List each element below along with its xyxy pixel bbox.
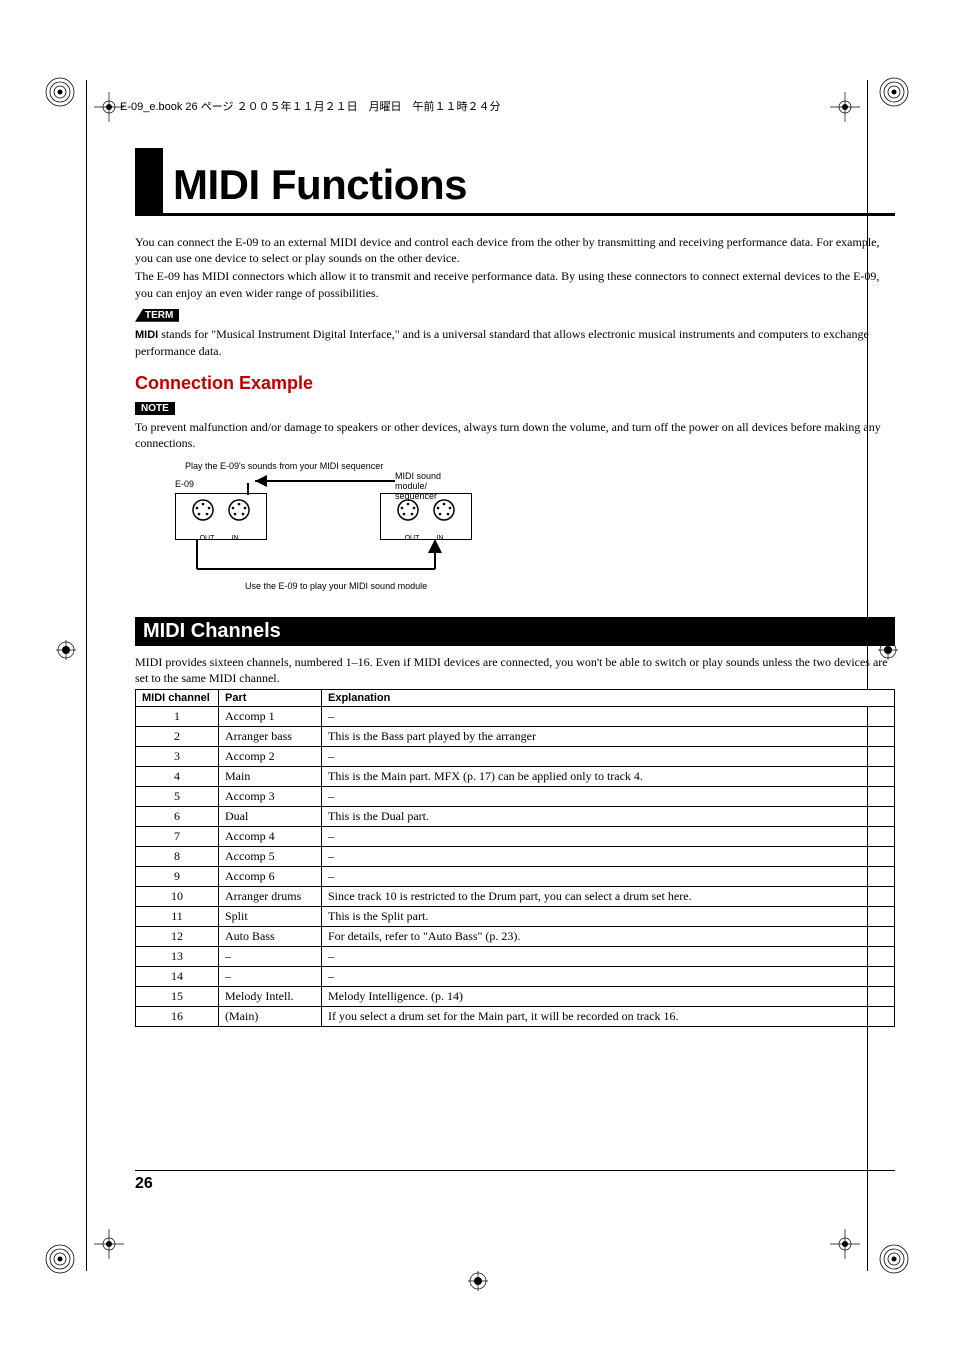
table-header-explanation: Explanation	[322, 689, 895, 706]
header-text: E-09_e.book 26 ページ ２００５年１１月２１日 月曜日 午前１１時…	[120, 101, 501, 113]
table-row: 9Accomp 6–	[136, 866, 895, 886]
cell-channel: 9	[136, 866, 219, 886]
page-title: MIDI Functions	[173, 161, 467, 209]
table-row: 6DualThis is the Dual part.	[136, 806, 895, 826]
page-number: 26	[135, 1170, 895, 1193]
table-row: 10Arranger drumsSince track 10 is restri…	[136, 886, 895, 906]
term-text: stands for "Musical Instrument Digital I…	[135, 327, 869, 358]
channels-intro: MIDI provides sixteen channels, numbered…	[135, 654, 895, 686]
cell-channel: 15	[136, 986, 219, 1006]
table-header-channel: MIDI channel	[136, 689, 219, 706]
crop-corner-icon	[830, 92, 860, 122]
cell-part: Accomp 5	[219, 846, 322, 866]
cell-part: Melody Intell.	[219, 986, 322, 1006]
note-paragraph: To prevent malfunction and/or damage to …	[135, 419, 895, 451]
registration-mark-icon	[878, 1243, 910, 1275]
cell-explanation: –	[322, 966, 895, 986]
cell-part: Main	[219, 766, 322, 786]
cell-channel: 16	[136, 1006, 219, 1026]
cell-channel: 13	[136, 946, 219, 966]
table-row: 1Accomp 1–	[136, 706, 895, 726]
intro-paragraph-2: The E-09 has MIDI connectors which allow…	[135, 268, 895, 300]
table-row: 4MainThis is the Main part. MFX (p. 17) …	[136, 766, 895, 786]
intro-paragraph-1: You can connect the E-09 to an external …	[135, 234, 895, 266]
crop-target-icon	[468, 1271, 488, 1291]
cell-part: Split	[219, 906, 322, 926]
cell-part: –	[219, 946, 322, 966]
page-header: E-09_e.book 26 ページ ２００５年１１月２１日 月曜日 午前１１時…	[120, 98, 501, 114]
cell-explanation: If you select a drum set for the Main pa…	[322, 1006, 895, 1026]
crop-corner-icon	[94, 1229, 124, 1259]
cell-channel: 4	[136, 766, 219, 786]
table-row: 11SplitThis is the Split part.	[136, 906, 895, 926]
cell-explanation: Since track 10 is restricted to the Drum…	[322, 886, 895, 906]
cell-explanation: –	[322, 746, 895, 766]
cell-explanation: For details, refer to "Auto Bass" (p. 23…	[322, 926, 895, 946]
cell-part: Arranger drums	[219, 886, 322, 906]
trim-line	[86, 80, 87, 1271]
cell-explanation: This is the Split part.	[322, 906, 895, 926]
cell-part: Accomp 3	[219, 786, 322, 806]
cell-channel: 10	[136, 886, 219, 906]
crop-target-icon	[56, 640, 76, 660]
title-square-icon	[135, 148, 163, 216]
diagram-arrows	[155, 461, 475, 601]
cell-part: Arranger bass	[219, 726, 322, 746]
table-row: 16(Main)If you select a drum set for the…	[136, 1006, 895, 1026]
cell-part: (Main)	[219, 1006, 322, 1026]
cell-channel: 6	[136, 806, 219, 826]
cell-explanation: –	[322, 846, 895, 866]
cell-channel: 8	[136, 846, 219, 866]
note-label: NOTE	[135, 402, 175, 415]
cell-channel: 5	[136, 786, 219, 806]
table-row: 14––	[136, 966, 895, 986]
cell-explanation: –	[322, 866, 895, 886]
registration-mark-icon	[44, 76, 76, 108]
table-row: 12Auto BassFor details, refer to "Auto B…	[136, 926, 895, 946]
cell-part: Dual	[219, 806, 322, 826]
cell-part: –	[219, 966, 322, 986]
connection-example-heading: Connection Example	[135, 373, 895, 394]
table-row: 5Accomp 3–	[136, 786, 895, 806]
cell-channel: 12	[136, 926, 219, 946]
term-paragraph: MIDI stands for "Musical Instrument Digi…	[135, 326, 895, 359]
table-row: 3Accomp 2–	[136, 746, 895, 766]
table-row: 13––	[136, 946, 895, 966]
cell-explanation: –	[322, 946, 895, 966]
cell-part: Auto Bass	[219, 926, 322, 946]
title-block: MIDI Functions	[135, 145, 895, 216]
term-bold: MIDI	[135, 329, 158, 341]
crop-corner-icon	[830, 1229, 860, 1259]
cell-part: Accomp 1	[219, 706, 322, 726]
midi-channels-heading: MIDI Channels	[135, 617, 895, 646]
table-row: 8Accomp 5–	[136, 846, 895, 866]
cell-explanation: This is the Dual part.	[322, 806, 895, 826]
cell-channel: 14	[136, 966, 219, 986]
midi-channels-table: MIDI channel Part Explanation 1Accomp 1–…	[135, 689, 895, 1027]
cell-part: Accomp 4	[219, 826, 322, 846]
registration-mark-icon	[44, 1243, 76, 1275]
diagram-bottom-label: Use the E-09 to play your MIDI sound mod…	[245, 581, 427, 591]
cell-explanation: –	[322, 706, 895, 726]
cell-explanation: Melody Intelligence. (p. 14)	[322, 986, 895, 1006]
table-header-part: Part	[219, 689, 322, 706]
cell-channel: 7	[136, 826, 219, 846]
term-label: TERM	[135, 309, 179, 322]
cell-channel: 2	[136, 726, 219, 746]
registration-mark-icon	[878, 76, 910, 108]
connection-diagram: Play the E-09's sounds from your MIDI se…	[155, 461, 475, 601]
cell-channel: 1	[136, 706, 219, 726]
cell-channel: 11	[136, 906, 219, 926]
cell-explanation: This is the Bass part played by the arra…	[322, 726, 895, 746]
cell-explanation: –	[322, 826, 895, 846]
cell-explanation: –	[322, 786, 895, 806]
table-row: 2Arranger bassThis is the Bass part play…	[136, 726, 895, 746]
cell-part: Accomp 6	[219, 866, 322, 886]
table-row: 15Melody Intell.Melody Intelligence. (p.…	[136, 986, 895, 1006]
cell-part: Accomp 2	[219, 746, 322, 766]
table-row: 7Accomp 4–	[136, 826, 895, 846]
cell-channel: 3	[136, 746, 219, 766]
cell-explanation: This is the Main part. MFX (p. 17) can b…	[322, 766, 895, 786]
